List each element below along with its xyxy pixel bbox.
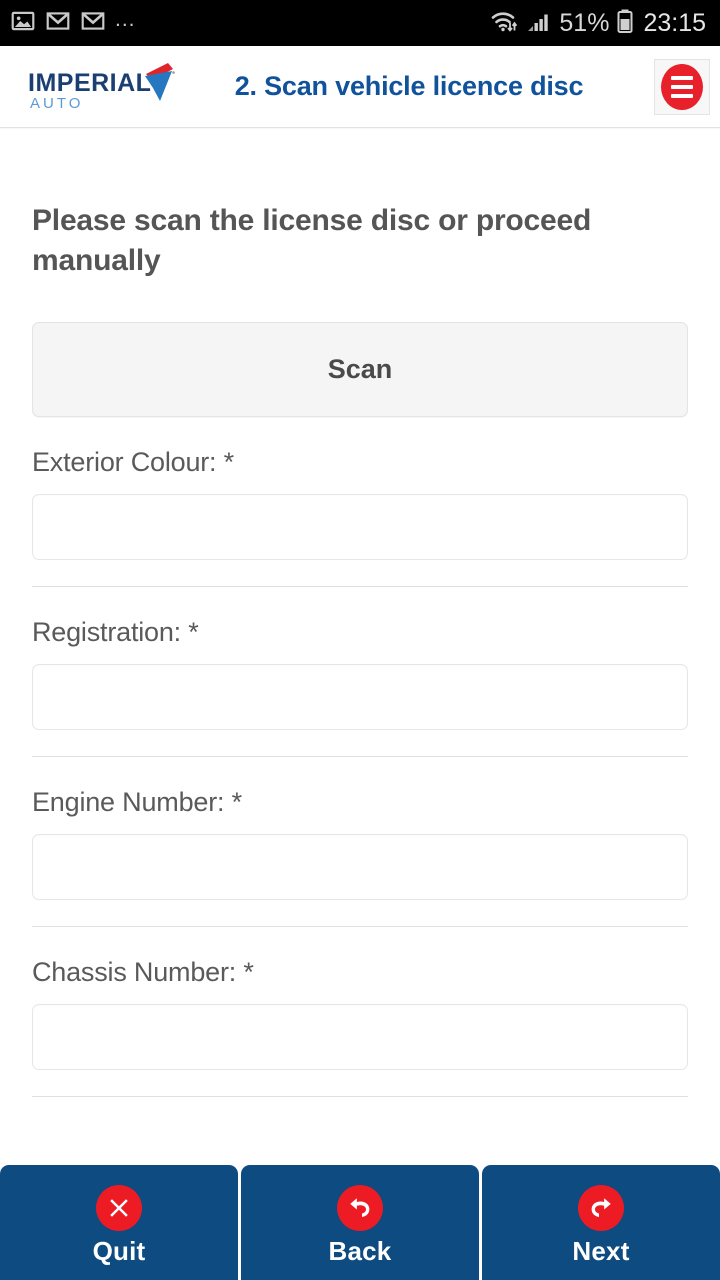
field-chassis-number: Chassis Number: * xyxy=(32,927,688,1098)
field-engine-number: Engine Number: * xyxy=(32,757,688,928)
app-screen: ... 51% 23:15 IMPERIAL AUTO 2. Scan vehi… xyxy=(0,0,720,1280)
overflow-dots-icon: ... xyxy=(115,7,136,31)
back-label: Back xyxy=(328,1235,392,1266)
field-separator xyxy=(32,1096,688,1098)
bottom-navigation-bar: Quit Back Next xyxy=(0,1165,720,1280)
next-button[interactable]: Next xyxy=(482,1165,720,1280)
status-bar-right: 51% 23:15 xyxy=(489,8,706,39)
page-title: 2. Scan vehicle licence disc xyxy=(234,71,584,101)
back-button[interactable]: Back xyxy=(241,1165,479,1280)
field-registration: Registration: * xyxy=(32,587,688,758)
clock-label: 23:15 xyxy=(643,8,706,37)
quit-label: Quit xyxy=(92,1235,146,1266)
logo-swoosh-icon xyxy=(142,61,176,112)
exterior-colour-input[interactable] xyxy=(32,494,688,561)
field-label: Exterior Colour: * xyxy=(32,447,234,478)
instruction-heading: Please scan the license disc or proceed … xyxy=(32,204,592,277)
gmail-icon xyxy=(45,8,71,39)
main-content: Please scan the license disc or proceed … xyxy=(0,129,720,1165)
close-x-icon xyxy=(96,1184,142,1231)
chassis-number-input[interactable] xyxy=(32,1004,688,1071)
field-label: Chassis Number: * xyxy=(32,957,254,988)
cellular-signal-icon xyxy=(526,9,552,38)
photo-icon xyxy=(10,8,36,39)
imperial-auto-logo: IMPERIAL AUTO xyxy=(14,57,176,117)
hamburger-icon xyxy=(661,63,703,110)
quit-button[interactable]: Quit xyxy=(0,1165,238,1280)
wifi-icon xyxy=(489,8,519,39)
logo-wordmark: IMPERIAL xyxy=(28,68,152,97)
menu-button[interactable] xyxy=(654,58,710,115)
field-label: Registration: * xyxy=(32,617,199,648)
battery-icon xyxy=(616,8,634,39)
app-header: IMPERIAL AUTO 2. Scan vehicle licence di… xyxy=(0,46,720,128)
status-bar: ... 51% 23:15 xyxy=(0,0,720,46)
logo-subtext: AUTO xyxy=(30,94,84,112)
redo-arrow-icon xyxy=(578,1184,624,1231)
status-bar-left: ... xyxy=(10,8,136,39)
field-exterior-colour: Exterior Colour: * xyxy=(32,417,688,588)
engine-number-input[interactable] xyxy=(32,834,688,901)
battery-percent-label: 51% xyxy=(559,8,610,37)
registration-input[interactable] xyxy=(32,664,688,731)
gmail-icon xyxy=(80,8,106,39)
next-label: Next xyxy=(572,1235,630,1266)
field-label: Engine Number: * xyxy=(32,787,242,818)
scan-button[interactable]: Scan xyxy=(32,322,688,418)
undo-arrow-icon xyxy=(337,1184,383,1231)
